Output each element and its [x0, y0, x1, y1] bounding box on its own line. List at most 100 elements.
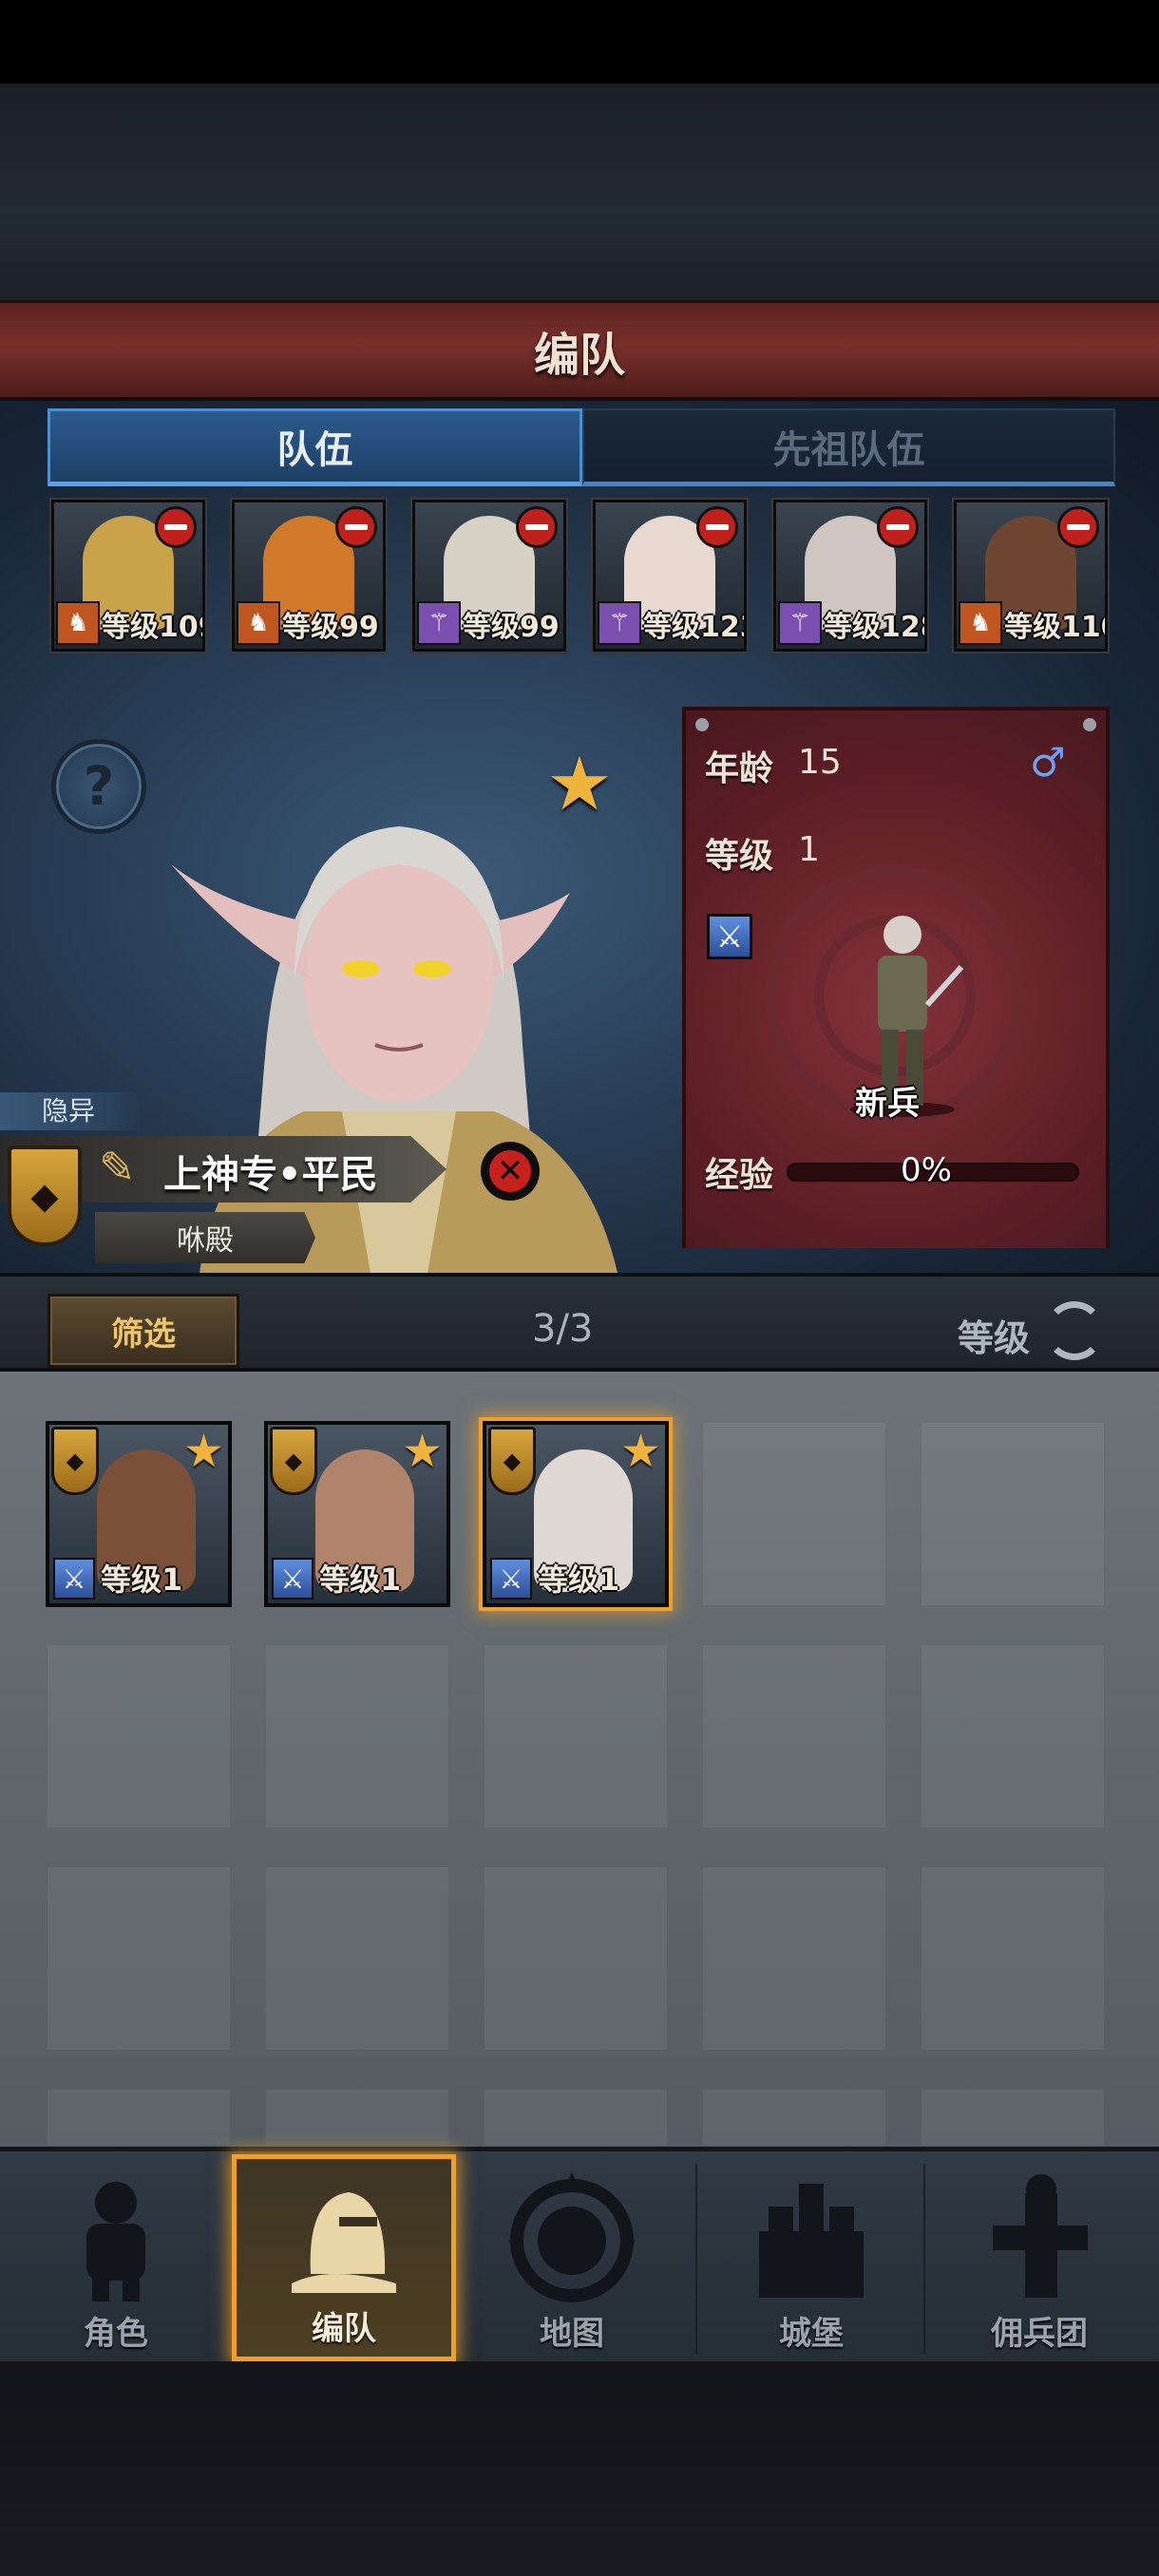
team-slot[interactable]: ♞等级109 [51, 500, 205, 652]
knight-icon [86, 2182, 145, 2301]
slot-level: 等级128 [824, 611, 924, 644]
star-icon: ★ [401, 1425, 443, 1478]
team-slot[interactable]: ♞ 等级99 [232, 500, 386, 652]
team-slot[interactable]: ⚚等级128 [773, 500, 927, 652]
age-label: 年龄 [705, 749, 774, 788]
trait-tag: 隐异 [0, 1092, 141, 1130]
star-icon: ★ [546, 742, 613, 827]
remove-icon[interactable] [516, 506, 558, 548]
team-slot[interactable]: ⚚ 等级99 [412, 500, 566, 652]
empty-roster-cell [920, 1866, 1106, 2052]
nav-mercenary[interactable]: 佣兵团 [927, 2154, 1151, 2361]
nav-label: 城堡 [779, 2315, 844, 2353]
page-title: 编队 [533, 328, 625, 382]
star-icon: ★ [619, 1425, 661, 1478]
nav-knight[interactable]: 角色 [4, 2154, 228, 2361]
empty-roster-cell [264, 2088, 450, 2147]
remove-icon[interactable] [155, 506, 197, 548]
empty-roster-cell [264, 1866, 450, 2052]
age-value: 15 [798, 743, 842, 782]
empty-roster-cell [701, 1421, 887, 1607]
horse-icon: ♞ [959, 601, 1002, 645]
nav-label: 地图 [540, 2315, 604, 2353]
remove-icon[interactable] [877, 506, 919, 548]
faction-shield-icon: ◆ [8, 1146, 82, 1246]
card-level: 等级1 [101, 1562, 183, 1598]
male-icon: ♂ [1030, 739, 1066, 786]
origin-plate: 咻殿 [95, 1212, 315, 1263]
empty-roster-cell [701, 2088, 887, 2147]
faction-shield-icon: ◆ [51, 1427, 99, 1495]
nav-helmet[interactable]: 编队 [232, 2154, 456, 2361]
nav-compass[interactable]: 地图 [460, 2154, 684, 2361]
sword-class-icon: ⚔ [272, 1558, 314, 1600]
title-bar: 编队 [0, 300, 1159, 401]
empty-roster-cell [920, 1643, 1106, 1829]
rivet-icon [695, 718, 709, 731]
nav-label: 编队 [312, 2310, 376, 2348]
roster-card[interactable]: ◆ ★ ⚔ 等级1 [46, 1421, 232, 1607]
roster-card[interactable]: ◆ ★ ⚔ 等级1 [264, 1421, 450, 1607]
status-bar-area [0, 0, 1159, 84]
slot-level: 等级109 [102, 611, 202, 644]
staff-icon: ⚚ [778, 601, 822, 645]
character-name: 上神专•平民 [163, 1153, 378, 1197]
filter-button[interactable]: 筛选 [48, 1294, 239, 1368]
origin-label: 咻殿 [177, 1224, 234, 1258]
faction-shield-icon: ◆ [270, 1427, 317, 1495]
empty-roster-cell [483, 1866, 669, 2052]
level-value: 1 [798, 830, 820, 869]
slot-level: 等级99 [463, 611, 560, 644]
slot-level: 等级123 [643, 611, 744, 644]
empty-roster-cell [46, 1866, 232, 2052]
slot-level: 等级99 [282, 611, 379, 644]
level-label: 等级 [705, 837, 774, 876]
class-name: 新兵 [855, 1085, 920, 1123]
refresh-icon[interactable] [1045, 1301, 1104, 1360]
remove-icon[interactable] [335, 506, 377, 548]
nav-divider [923, 2164, 925, 2354]
compass-icon [508, 2172, 636, 2302]
empty-roster-cell [920, 2088, 1106, 2147]
staff-icon: ⚚ [598, 601, 641, 645]
team-tabs: 队伍 先祖队伍 [48, 408, 1115, 486]
empty-roster-cell [264, 1643, 450, 1829]
tab-team[interactable]: 队伍 [48, 408, 582, 486]
helmet-icon [292, 2192, 396, 2293]
empty-roster-cell [920, 1421, 1106, 1607]
staff-icon: ⚚ [417, 601, 461, 645]
rivet-icon [1083, 718, 1096, 731]
top-background [0, 84, 1159, 300]
xp-label: 经验 [705, 1156, 774, 1195]
nav-divider [695, 2164, 697, 2354]
remove-icon[interactable] [1057, 506, 1099, 548]
empty-roster-cell [483, 2088, 669, 2147]
card-level: 等级1 [319, 1562, 402, 1598]
card-level: 等级1 [538, 1562, 620, 1598]
sort-label[interactable]: 等级 [958, 1309, 1030, 1361]
empty-roster-cell [46, 2088, 232, 2147]
team-slot[interactable]: ♞等级110 [954, 500, 1108, 652]
nav-label: 佣兵团 [991, 2315, 1088, 2353]
xp-value: 0% [901, 1151, 952, 1189]
sword-class-icon: ⚔ [707, 914, 752, 959]
team-slot[interactable]: ⚚等级123 [593, 500, 747, 652]
close-icon: ✕ [489, 1150, 531, 1192]
roster-card[interactable]: ◆ ★ ⚔ 等级1 [483, 1421, 669, 1607]
castle-icon [759, 2184, 864, 2298]
empty-roster-cell [46, 1643, 232, 1829]
roster-count: 3/3 [532, 1307, 594, 1351]
remove-icon[interactable] [696, 506, 738, 548]
mercenary-icon [993, 2174, 1088, 2298]
tab-ancestor-team[interactable]: 先祖队伍 [582, 408, 1115, 486]
horse-icon: ♞ [56, 601, 100, 645]
help-icon[interactable]: ? [51, 739, 146, 834]
empty-roster-cell [701, 1643, 887, 1829]
empty-roster-cell [483, 1643, 669, 1829]
nav-castle[interactable]: 城堡 [699, 2154, 923, 2361]
bottom-bar-area [0, 2361, 1159, 2576]
slot-level: 等级110 [1004, 611, 1105, 644]
edit-name-icon[interactable]: ✎ [99, 1142, 154, 1195]
horse-icon: ♞ [237, 601, 280, 645]
dismiss-button[interactable]: ✕ [481, 1142, 540, 1201]
